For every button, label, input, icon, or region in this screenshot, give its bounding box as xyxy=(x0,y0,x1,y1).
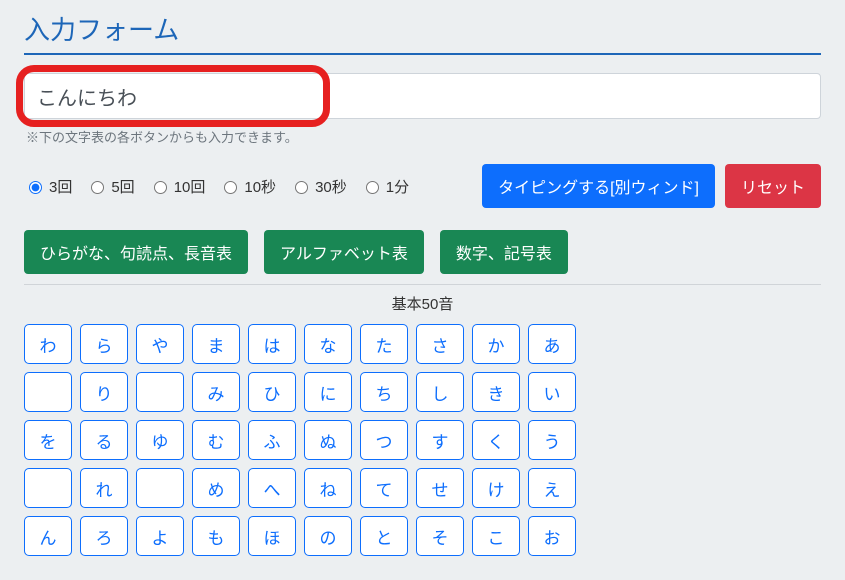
char-table-tab[interactable]: アルファベット表 xyxy=(264,230,424,274)
radio-input[interactable] xyxy=(91,181,104,194)
radio-label: 3回 xyxy=(49,176,72,197)
kana-button[interactable]: え xyxy=(528,468,576,508)
kana-button[interactable]: み xyxy=(192,372,240,412)
radio-label: 10回 xyxy=(174,176,206,197)
kana-button[interactable]: と xyxy=(360,516,408,556)
helper-text: ※下の文字表の各ボタンからも入力できます。 xyxy=(26,127,821,146)
radio-option[interactable]: 5回 xyxy=(86,176,134,197)
radio-option[interactable]: 3回 xyxy=(24,176,72,197)
kana-button[interactable]: よ xyxy=(136,516,184,556)
kana-button[interactable]: た xyxy=(360,324,408,364)
kana-button[interactable]: つ xyxy=(360,420,408,460)
kana-button-empty: . xyxy=(24,468,72,508)
kana-button[interactable]: ひ xyxy=(248,372,296,412)
kana-button[interactable]: う xyxy=(528,420,576,460)
typing-button[interactable]: タイピングする[別ウィンド] xyxy=(482,164,715,208)
kana-button[interactable]: き xyxy=(472,372,520,412)
kana-button[interactable]: ま xyxy=(192,324,240,364)
kana-button[interactable]: れ xyxy=(80,468,128,508)
radio-input[interactable] xyxy=(295,181,308,194)
kana-button[interactable]: わ xyxy=(24,324,72,364)
kana-button[interactable]: ほ xyxy=(248,516,296,556)
kana-grid: わらやまはなたさかあ.り.みひにちしきいをるゆむふぬつすくう.れ.めへねてせけえ… xyxy=(24,324,821,556)
radio-label: 10秒 xyxy=(244,176,276,197)
page-title: 入力フォーム xyxy=(24,10,821,47)
kana-button[interactable]: ら xyxy=(80,324,128,364)
kana-button[interactable]: へ xyxy=(248,468,296,508)
kana-button[interactable]: を xyxy=(24,420,72,460)
kana-row: をるゆむふぬつすくう xyxy=(24,420,821,460)
kana-button[interactable]: お xyxy=(528,516,576,556)
title-divider xyxy=(24,53,821,55)
section-divider xyxy=(24,284,821,285)
char-table-tab[interactable]: 数字、記号表 xyxy=(440,230,568,274)
kana-button[interactable]: す xyxy=(416,420,464,460)
char-table-tab[interactable]: ひらがな、句読点、長音表 xyxy=(24,230,248,274)
kana-button[interactable]: ね xyxy=(304,468,352,508)
main-text-input[interactable] xyxy=(24,73,821,119)
reset-button[interactable]: リセット xyxy=(725,164,821,208)
kana-button[interactable]: は xyxy=(248,324,296,364)
radio-label: 5回 xyxy=(111,176,134,197)
kana-button[interactable]: る xyxy=(80,420,128,460)
radio-option[interactable]: 10回 xyxy=(149,176,206,197)
kana-row: .れ.めへねてせけえ xyxy=(24,468,821,508)
kana-row: .り.みひにちしきい xyxy=(24,372,821,412)
kana-button[interactable]: し xyxy=(416,372,464,412)
kana-row: わらやまはなたさかあ xyxy=(24,324,821,364)
kana-button[interactable]: も xyxy=(192,516,240,556)
kana-button[interactable]: め xyxy=(192,468,240,508)
radio-option[interactable]: 10秒 xyxy=(219,176,276,197)
kana-button[interactable]: く xyxy=(472,420,520,460)
kana-button[interactable]: ぬ xyxy=(304,420,352,460)
kana-button[interactable]: や xyxy=(136,324,184,364)
kana-row: んろよもほのとそこお xyxy=(24,516,821,556)
kana-section-title: 基本50音 xyxy=(24,293,821,314)
kana-button[interactable]: い xyxy=(528,372,576,412)
radio-input[interactable] xyxy=(29,181,42,194)
kana-button[interactable]: さ xyxy=(416,324,464,364)
kana-button[interactable]: に xyxy=(304,372,352,412)
kana-button[interactable]: せ xyxy=(416,468,464,508)
kana-button[interactable]: か xyxy=(472,324,520,364)
kana-button[interactable]: ち xyxy=(360,372,408,412)
kana-button[interactable]: ゆ xyxy=(136,420,184,460)
radio-input[interactable] xyxy=(154,181,167,194)
kana-button[interactable]: て xyxy=(360,468,408,508)
kana-button-empty: . xyxy=(24,372,72,412)
char-table-tabs: ひらがな、句読点、長音表アルファベット表数字、記号表 xyxy=(24,230,821,274)
kana-button[interactable]: け xyxy=(472,468,520,508)
kana-button[interactable]: り xyxy=(80,372,128,412)
radio-option[interactable]: 30秒 xyxy=(290,176,347,197)
radio-label: 30秒 xyxy=(315,176,347,197)
kana-button[interactable]: ふ xyxy=(248,420,296,460)
radio-input[interactable] xyxy=(366,181,379,194)
kana-button-empty: . xyxy=(136,468,184,508)
kana-button[interactable]: ん xyxy=(24,516,72,556)
kana-button[interactable]: あ xyxy=(528,324,576,364)
kana-button[interactable]: そ xyxy=(416,516,464,556)
kana-button[interactable]: の xyxy=(304,516,352,556)
kana-button[interactable]: こ xyxy=(472,516,520,556)
radio-option[interactable]: 1分 xyxy=(361,176,409,197)
kana-button-empty: . xyxy=(136,372,184,412)
radio-label: 1分 xyxy=(386,176,409,197)
kana-button[interactable]: ろ xyxy=(80,516,128,556)
repeat-options: 3回 5回 10回 10秒 30秒 1分 xyxy=(24,176,419,197)
kana-button[interactable]: む xyxy=(192,420,240,460)
radio-input[interactable] xyxy=(224,181,237,194)
kana-button[interactable]: な xyxy=(304,324,352,364)
